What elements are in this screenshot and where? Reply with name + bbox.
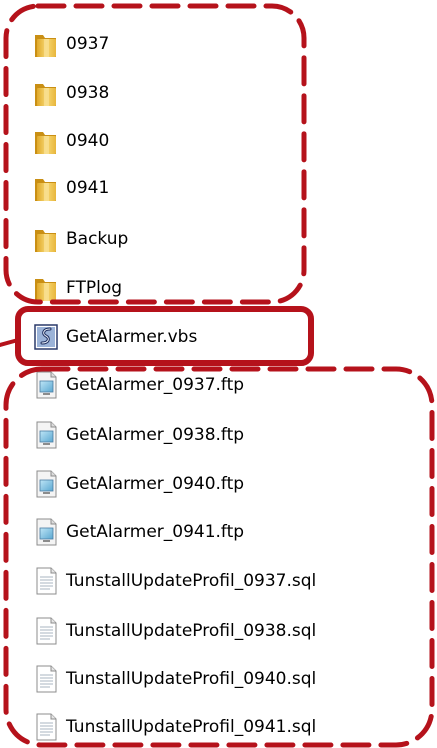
item-label: 0937 xyxy=(66,34,110,54)
list-item-file-getalarmer-vbs[interactable]: GetAlarmer.vbs xyxy=(32,320,197,354)
ftp-file-icon xyxy=(36,371,57,399)
ftp-file-icon xyxy=(36,470,57,498)
list-item-file-tunstall-0937-sql[interactable]: TunstallUpdateProfil_0937.sql xyxy=(32,564,316,598)
item-label: GetAlarmer_0941.ftp xyxy=(66,522,245,542)
list-item-file-tunstall-0941-sql[interactable]: TunstallUpdateProfil_0941.sql xyxy=(32,710,316,744)
item-label: FTPlog xyxy=(66,278,123,298)
sql-file-icon xyxy=(36,713,57,741)
folder-icon xyxy=(35,35,56,57)
ftp-file-icon xyxy=(36,421,57,449)
folder-icon xyxy=(35,230,56,252)
item-label: GetAlarmer.vbs xyxy=(66,327,198,347)
list-item-folder-ftplog[interactable]: FTPlog xyxy=(32,271,122,305)
list-item-folder-0940[interactable]: 0940 xyxy=(32,124,109,158)
item-label: GetAlarmer_0940.ftp xyxy=(66,474,245,494)
item-label: 0940 xyxy=(66,131,110,151)
item-label: GetAlarmer_0938.ftp xyxy=(66,425,245,445)
item-label: 0938 xyxy=(66,83,110,103)
item-label: TunstallUpdateProfil_0941.sql xyxy=(66,717,317,737)
folder-icon xyxy=(35,279,56,301)
sql-file-icon xyxy=(36,617,57,645)
item-label: TunstallUpdateProfil_0937.sql xyxy=(66,571,317,591)
vbs-script-icon xyxy=(34,324,58,350)
list-item-file-getalarmer-0937-ftp[interactable]: GetAlarmer_0937.ftp xyxy=(32,368,244,402)
sql-file-icon xyxy=(36,665,57,693)
list-item-file-getalarmer-0940-ftp[interactable]: GetAlarmer_0940.ftp xyxy=(32,467,244,501)
item-label: TunstallUpdateProfil_0940.sql xyxy=(66,669,317,689)
item-label: Backup xyxy=(66,229,129,249)
list-item-file-tunstall-0938-sql[interactable]: TunstallUpdateProfil_0938.sql xyxy=(32,614,316,648)
folder-icon xyxy=(35,84,56,106)
list-item-folder-0941[interactable]: 0941 xyxy=(32,171,109,205)
list-item-folder-0938[interactable]: 0938 xyxy=(32,76,109,110)
list-item-folder-backup[interactable]: Backup xyxy=(32,222,128,256)
folder-icon xyxy=(35,179,56,201)
ftp-file-icon xyxy=(36,518,57,546)
file-list: 0937 0938 0940 0941 Backup FTPlog GetAla… xyxy=(0,0,437,748)
item-label: GetAlarmer_0937.ftp xyxy=(66,375,245,395)
sql-file-icon xyxy=(36,567,57,595)
list-item-file-tunstall-0940-sql[interactable]: TunstallUpdateProfil_0940.sql xyxy=(32,662,316,696)
list-item-file-getalarmer-0938-ftp[interactable]: GetAlarmer_0938.ftp xyxy=(32,418,244,452)
folder-icon xyxy=(35,132,56,154)
list-item-file-getalarmer-0941-ftp[interactable]: GetAlarmer_0941.ftp xyxy=(32,515,244,549)
item-label: TunstallUpdateProfil_0938.sql xyxy=(66,621,317,641)
item-label: 0941 xyxy=(66,178,110,198)
list-item-folder-0937[interactable]: 0937 xyxy=(32,27,109,61)
